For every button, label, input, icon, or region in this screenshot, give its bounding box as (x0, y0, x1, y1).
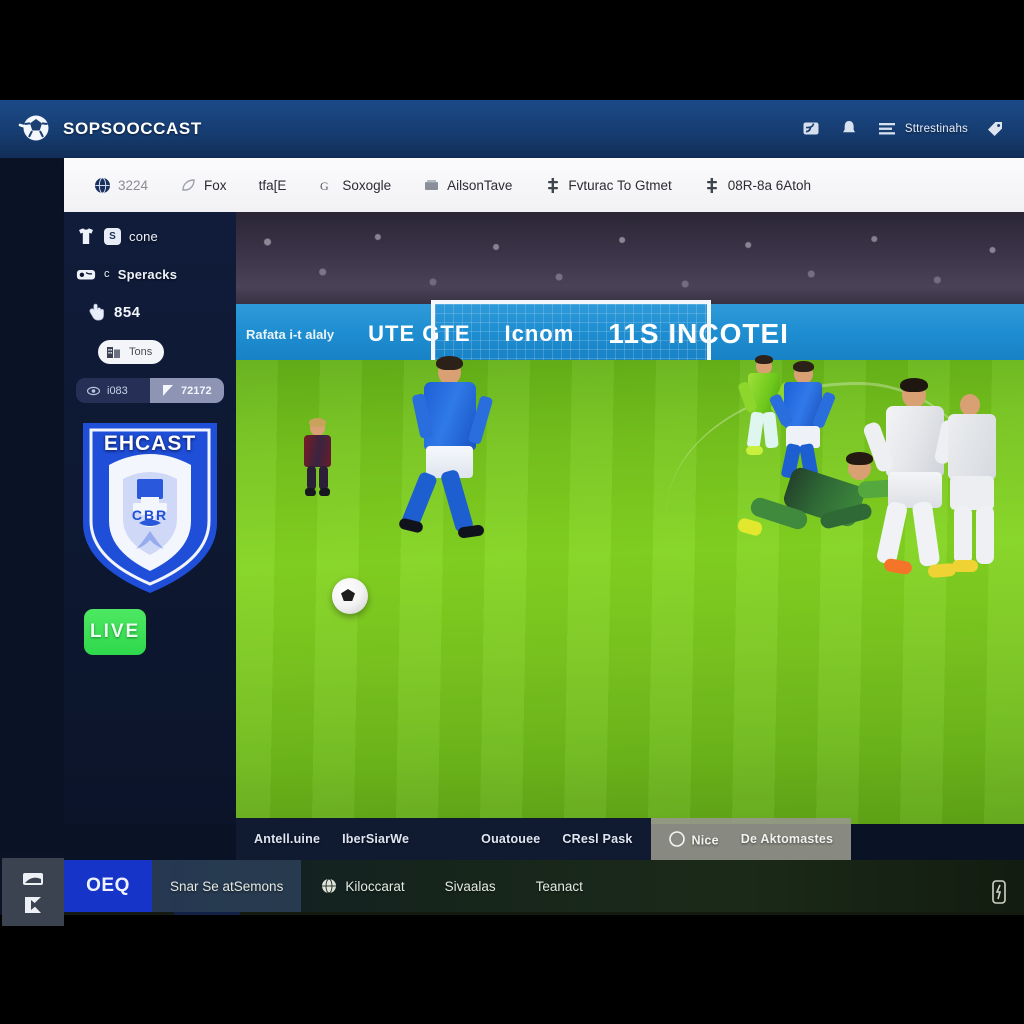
tab-item[interactable]: Fox (164, 158, 243, 212)
monitor-icon[interactable] (22, 871, 44, 889)
tab-label: 08R-8a 6Atoh (727, 177, 812, 193)
screenshot-root: SOPSOOCCAST Sttrestinahs 3224 Fox tfa[E … (0, 0, 1024, 1024)
whistle-icon (76, 264, 96, 284)
corner-battery-icon[interactable] (988, 880, 1010, 904)
overlay-item[interactable]: De Aktomastes (741, 832, 833, 846)
sidebar-item-label: Speracks (117, 266, 178, 282)
streaming-app-window: SOPSOOCCAST Sttrestinahs 3224 Fox tfa[E … (0, 100, 1024, 915)
crest-top-text: EHCAST (103, 432, 197, 455)
tab-label: Soxogle (342, 177, 392, 193)
tab-item[interactable]: Fvturac To Gtmet (528, 158, 687, 212)
svg-text:G: G (320, 179, 329, 193)
browser-tab-strip: 3224 Fox tfa[E G Soxogle AilsonTave Fvtu… (64, 158, 1024, 212)
shirt-icon (76, 226, 96, 246)
app-header: SOPSOOCCAST Sttrestinahs (0, 100, 1024, 158)
sidebar-item-speracks[interactable]: c Speracks (76, 264, 224, 284)
lower-nav-item[interactable]: Teanact (516, 879, 603, 894)
lower-nav-item-label: Kiloccarat (345, 878, 405, 894)
g-icon: G (318, 177, 335, 194)
desktop-rail-icons (2, 858, 64, 926)
lower-nav-logo[interactable]: OEQ (64, 860, 152, 912)
overlay-item-nice[interactable]: Nice (669, 831, 719, 848)
lower-nav-bar: OEQ Snar Se atSemons Kiloccarat Sivaalas… (64, 860, 1024, 912)
cast-icon[interactable] (800, 118, 822, 140)
sliders-icon (704, 177, 721, 194)
overlay-item[interactable]: IberSiarWe (342, 832, 409, 846)
brand-title: SOPSOOCCAST (63, 119, 202, 138)
globe-icon (94, 177, 111, 194)
sliders-icon (544, 177, 561, 194)
sidebar-badge-letter: c (104, 268, 110, 280)
sidebar-stat-value: 854 (114, 303, 141, 321)
soccer-ball (332, 578, 368, 614)
soccer-ball-icon (18, 112, 52, 146)
tab-label: AilsonTave (447, 177, 513, 193)
tab-label: Fox (204, 177, 227, 193)
tab-item[interactable]: G Soxogle (302, 158, 407, 212)
player-white-far-right (946, 388, 1004, 588)
menu-group[interactable]: Sttrestinahs (876, 118, 968, 140)
sidebar-pill-label: 72172 (181, 384, 212, 397)
player-maroon (298, 418, 338, 502)
overlay-gray-segment: Nice De Aktomastes (650, 818, 852, 860)
overlay-item[interactable]: Antell.uine (254, 832, 320, 846)
overlay-item[interactable]: CResl Pask (562, 832, 632, 846)
building-icon (106, 344, 122, 360)
header-actions: Sttrestinahs (800, 118, 1006, 140)
tab-item[interactable]: tfa[E (243, 158, 303, 212)
hand-icon (86, 302, 106, 322)
flag-icon (161, 384, 174, 397)
box-icon (423, 177, 440, 194)
tab-item[interactable]: 3224 (78, 158, 164, 212)
left-sidebar: S cone c Speracks 854 Tons i083 72172 EH… (64, 212, 236, 824)
sidebar-badge: S (104, 227, 121, 245)
board-text: Rafata i-t alaly (246, 326, 335, 342)
list-icon (876, 118, 898, 140)
goal-net (431, 300, 711, 368)
video-overlay-bar: Antell.uine IberSiarWe Ouatouee CResl Pa… (236, 818, 1024, 860)
sidebar-chip-label: Tons (129, 346, 153, 358)
lower-nav-item-label: Teanact (535, 878, 583, 894)
tab-label: tfa[E (258, 177, 287, 193)
tab-label: Fvturac To Gtmet (568, 177, 672, 193)
player-blue-foreground (396, 356, 526, 570)
taskbar-selected-app[interactable] (174, 912, 240, 915)
brand[interactable]: SOPSOOCCAST (18, 112, 202, 146)
lower-nav-active-label: Snar Se atSemons (170, 878, 284, 894)
sidebar-pill-label: i083 (107, 384, 128, 397)
flag-icon[interactable] (22, 896, 44, 914)
sidebar-item-label: cone (129, 228, 158, 244)
crest-center-text: CBR (131, 507, 169, 523)
compass-icon (669, 831, 686, 848)
sidebar-item-cone[interactable]: S cone (76, 226, 224, 246)
live-button[interactable]: LIVE (84, 609, 147, 655)
sidebar-stat: 854 (86, 302, 224, 322)
taskbar-info-card[interactable]: Scdem Telckr0Ra (64, 912, 174, 915)
stadium-crowd (236, 212, 1024, 312)
bell-icon[interactable] (838, 118, 860, 140)
sidebar-chip[interactable]: Tons (98, 340, 165, 364)
team-crest[interactable]: EHCAST CBR (76, 419, 224, 597)
lower-nav-item[interactable]: Kiloccarat (301, 878, 424, 894)
tag-icon[interactable] (984, 118, 1006, 140)
lower-nav-active-item[interactable]: Snar Se atSemons (152, 860, 302, 912)
overlay-item-label: Nice (691, 833, 719, 847)
header-menu-label: Sttrestinahs (904, 123, 968, 135)
sidebar-pill[interactable]: 72172 (150, 378, 224, 403)
overlay-dark-segment: Antell.uine IberSiarWe Ouatouee CResl Pa… (236, 818, 651, 860)
os-taskbar: Scdem Telckr0Ra (64, 912, 1024, 915)
eye-icon (87, 384, 100, 397)
tab-item[interactable]: AilsonTave (407, 158, 528, 212)
lower-nav-item-label: Sivaalas (444, 878, 496, 894)
tab-item[interactable]: 08R-8a 6Atoh (688, 158, 827, 212)
lower-nav-item[interactable]: Sivaalas (425, 879, 516, 894)
video-player[interactable]: Rafata i-t alaly UTE GTE Icnom 11S INCOT… (236, 212, 1024, 824)
sidebar-pill-group: i083 72172 (76, 378, 224, 403)
leaf-icon (180, 177, 197, 194)
overlay-item[interactable]: Ouatouee (481, 832, 540, 846)
tab-label: 3224 (118, 177, 149, 193)
sidebar-pill[interactable]: i083 (76, 378, 150, 403)
globe-icon (321, 878, 337, 894)
